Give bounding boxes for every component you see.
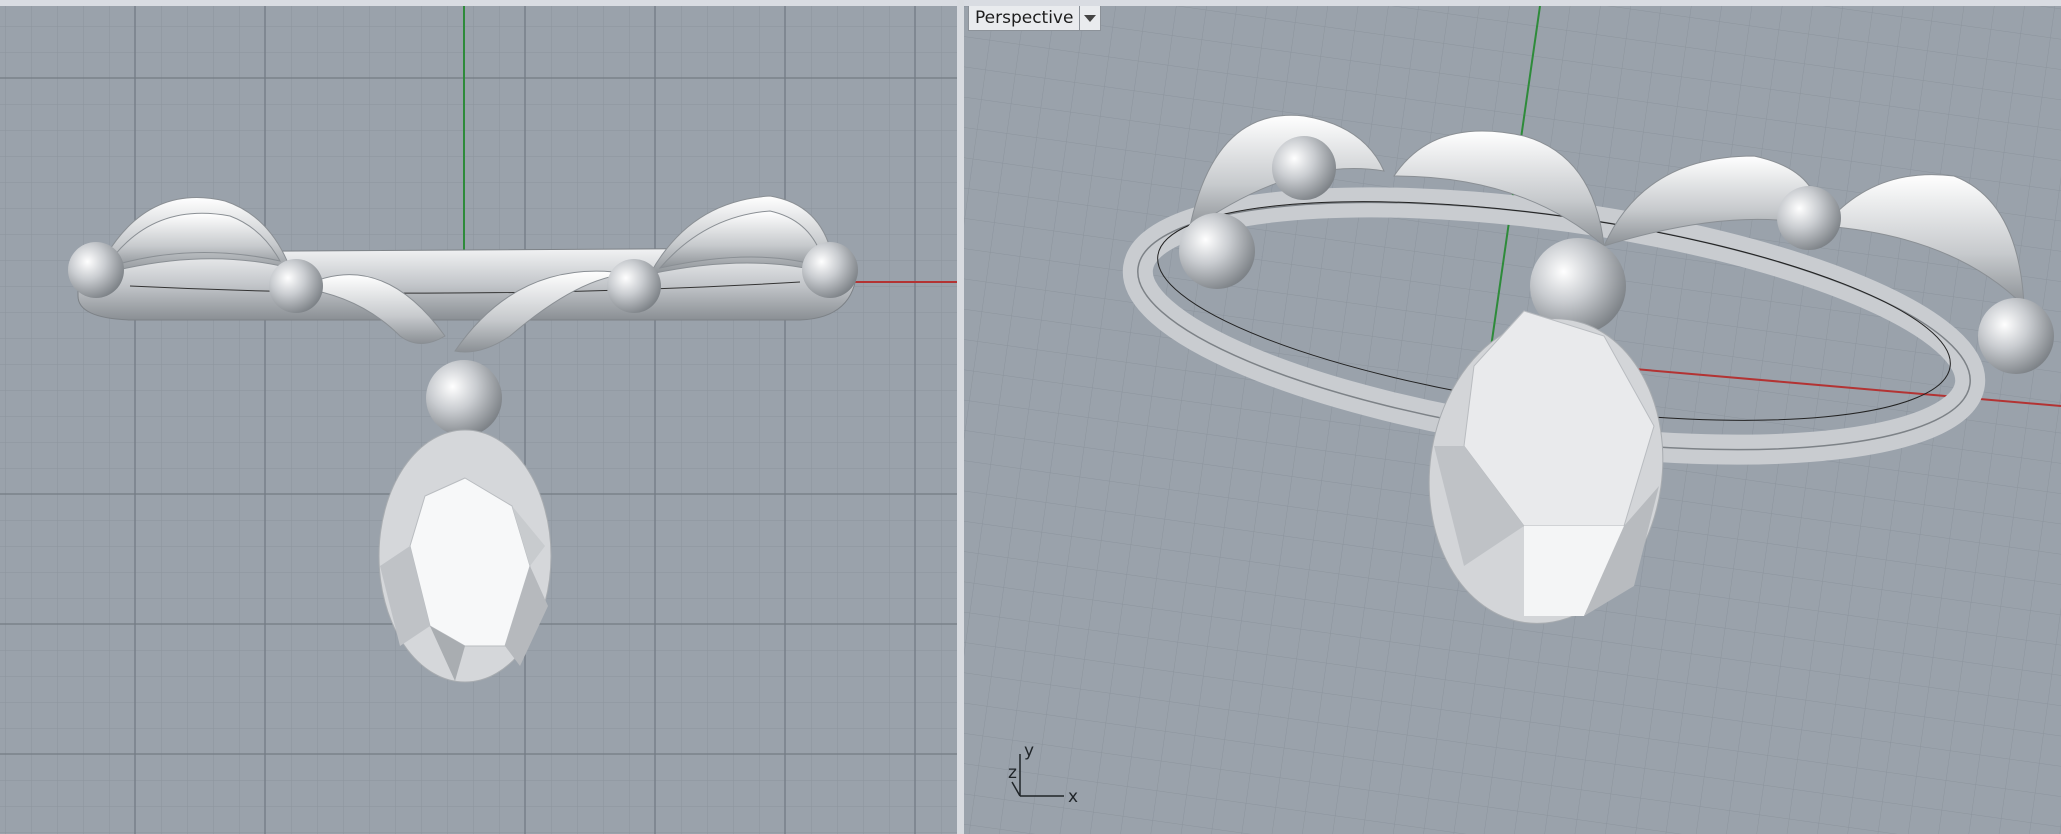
bead <box>269 259 323 313</box>
axis-label-y: y <box>1024 741 1034 761</box>
bead <box>1179 213 1255 289</box>
viewport-divider[interactable] <box>957 0 964 834</box>
chevron-down-icon[interactable] <box>1079 6 1100 30</box>
bead <box>1978 298 2054 374</box>
oval-gem[interactable] <box>378 429 552 683</box>
bead <box>802 242 858 298</box>
bead <box>426 360 502 436</box>
bead <box>1777 186 1841 250</box>
viewport-front[interactable] <box>0 6 957 834</box>
axis-label-z: z <box>1008 763 1017 783</box>
axis-label-x: x <box>1068 787 1078 807</box>
bead <box>68 242 124 298</box>
bead <box>607 259 661 313</box>
front-view-canvas[interactable] <box>0 6 957 834</box>
viewport-label[interactable]: Perspective <box>968 6 1102 31</box>
viewport-perspective[interactable]: y z x Perspective <box>964 6 2061 834</box>
bead <box>1272 136 1336 200</box>
viewport-title[interactable]: Perspective <box>969 6 1079 30</box>
perspective-view-canvas[interactable]: y z x <box>964 6 2061 834</box>
